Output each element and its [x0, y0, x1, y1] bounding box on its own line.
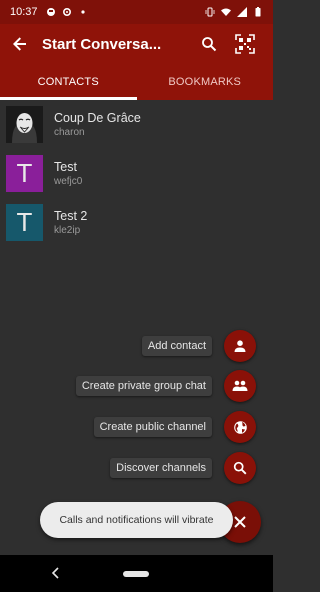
- snackbar-toast: Calls and notifications will vibrate: [40, 502, 233, 538]
- system-nav-bar: [0, 555, 273, 592]
- contact-id: wefjc0: [54, 176, 83, 187]
- discover-channels-label[interactable]: Discover channels: [110, 458, 212, 478]
- arrow-back-icon: [13, 37, 26, 51]
- avatar: T: [6, 155, 43, 192]
- search-button[interactable]: [191, 24, 227, 64]
- add-contact-label[interactable]: Add contact: [141, 336, 212, 356]
- contact-id: kle2ip: [54, 225, 81, 236]
- wifi-icon: [221, 8, 231, 16]
- contact-list: Coup De Grâce charon T Test wefjc0 T Tes…: [0, 100, 273, 247]
- close-icon: [234, 516, 246, 528]
- status-notifications: [46, 7, 88, 17]
- tab-contacts[interactable]: CONTACTS: [0, 64, 137, 100]
- status-time: 10:37: [10, 6, 38, 18]
- private-group-button[interactable]: [224, 370, 256, 402]
- avatar: T: [6, 204, 43, 241]
- speed-dial-add-contact[interactable]: Add contact: [141, 330, 256, 362]
- dot-icon: [80, 10, 85, 14]
- nav-home-pill[interactable]: [123, 571, 149, 577]
- contact-id: charon: [54, 127, 85, 138]
- contact-item[interactable]: Coup De Grâce charon: [0, 100, 273, 149]
- status-system-icons: [205, 7, 263, 17]
- signal-icon: [237, 7, 247, 17]
- public-channel-button[interactable]: [224, 411, 256, 443]
- speed-dial-discover-channels[interactable]: Discover channels: [110, 452, 256, 484]
- search-icon: [233, 461, 247, 475]
- contact-item[interactable]: T Test 2 kle2ip: [0, 198, 273, 247]
- back-button[interactable]: [0, 24, 40, 64]
- speed-dial-private-group[interactable]: Create private group chat: [75, 370, 256, 402]
- speed-dial-public-channel[interactable]: Create public channel: [93, 411, 256, 443]
- contact-name: Coup De Grâce: [54, 111, 141, 125]
- add-contact-button[interactable]: [224, 330, 256, 362]
- settings-icon: [62, 7, 71, 17]
- tab-bookmarks[interactable]: BOOKMARKS: [137, 64, 274, 100]
- search-icon: [202, 37, 217, 52]
- private-group-label[interactable]: Create private group chat: [75, 376, 212, 396]
- anonymous-mask-icon: [6, 106, 43, 143]
- tab-bar: CONTACTS BOOKMARKS: [0, 64, 273, 100]
- nav-back-icon[interactable]: [50, 567, 60, 579]
- contact-name: Test 2: [54, 209, 88, 223]
- contact-item[interactable]: T Test wefjc0: [0, 149, 273, 198]
- avatar: [6, 106, 43, 143]
- battery-icon: [255, 7, 261, 17]
- app-bar: Start Conversa...: [0, 24, 273, 64]
- status-bar: 10:37: [0, 0, 273, 24]
- public-channel-label[interactable]: Create public channel: [93, 417, 212, 437]
- group-icon: [232, 380, 248, 391]
- globe-icon: [233, 420, 247, 434]
- person-icon: [234, 340, 246, 352]
- vibrate-icon: [205, 7, 215, 17]
- qr-scan-button[interactable]: [227, 24, 263, 64]
- notification-icon: [46, 8, 55, 16]
- page-title: Start Conversa...: [42, 35, 162, 53]
- qr-scan-icon: [235, 34, 255, 54]
- discover-channels-button[interactable]: [224, 452, 256, 484]
- contact-name: Test: [54, 160, 77, 174]
